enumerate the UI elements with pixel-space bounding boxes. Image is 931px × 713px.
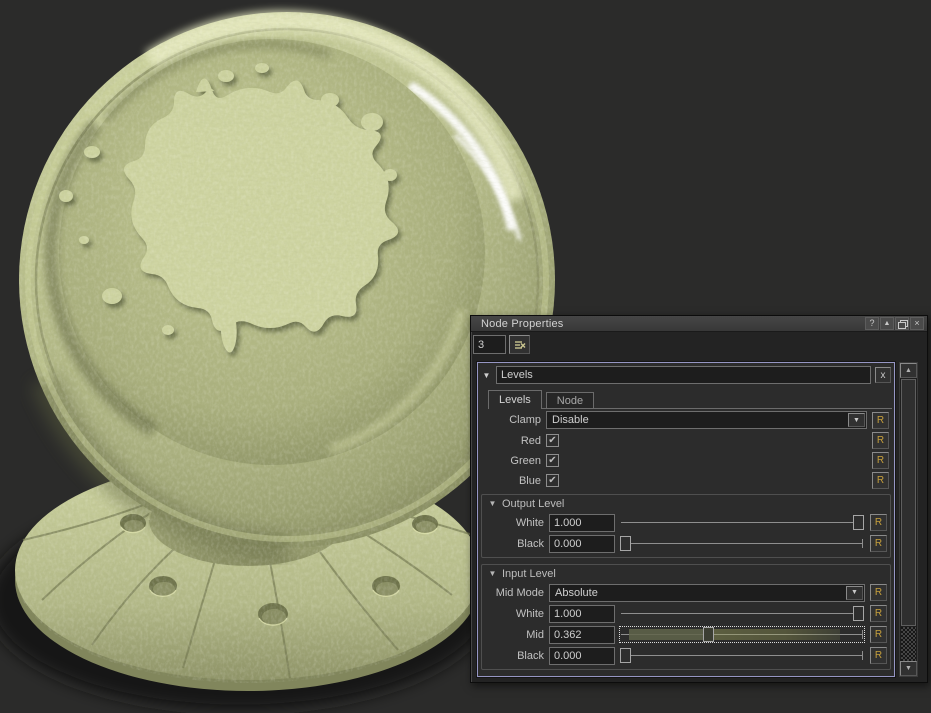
tab-strip: Levels Node bbox=[488, 390, 892, 409]
tab-node[interactable]: Node bbox=[545, 392, 595, 408]
output-black-label: Black bbox=[517, 537, 544, 550]
input-black-field[interactable]: 0.000 bbox=[549, 646, 615, 665]
blue-label: Blue bbox=[518, 474, 541, 487]
clamp-label: Clamp bbox=[509, 414, 541, 426]
scrollbar-thumb[interactable] bbox=[901, 379, 916, 626]
clamp-reset-button[interactable]: R bbox=[872, 411, 889, 429]
red-checkbox[interactable]: ✔ bbox=[546, 434, 559, 447]
mid-mode-value: Absolute bbox=[555, 586, 598, 599]
input-white-slider-handle[interactable] bbox=[853, 606, 864, 621]
output-level-section: ▼ Output Level White 1.000 R Black 0.000… bbox=[481, 494, 891, 558]
mid-mode-label: Mid Mode bbox=[495, 586, 544, 599]
input-black-reset-button[interactable]: R bbox=[870, 647, 887, 664]
output-black-reset-button[interactable]: R bbox=[870, 535, 887, 552]
app-canvas: Node Properties ? ▲ × 3 ▼ Levels x Level… bbox=[0, 0, 931, 713]
clamp-dropdown[interactable]: Disable ▼ bbox=[546, 411, 867, 429]
output-white-label: White bbox=[515, 516, 544, 529]
input-black-slider[interactable] bbox=[619, 647, 865, 664]
mid-slider-range-band bbox=[628, 629, 841, 640]
clamp-value: Disable bbox=[552, 414, 589, 426]
output-black-slider-handle[interactable] bbox=[620, 536, 631, 551]
collapse-output-icon[interactable]: ▼ bbox=[488, 499, 497, 508]
collapse-levels-icon[interactable]: ▼ bbox=[481, 371, 492, 380]
input-mid-slider-handle[interactable] bbox=[702, 627, 714, 642]
blue-reset-button[interactable]: R bbox=[872, 472, 889, 489]
levels-group: ▼ Levels x Levels Node Clamp Disable ▼ R… bbox=[477, 362, 895, 677]
green-label: Green bbox=[510, 454, 541, 467]
output-black-field[interactable]: 0.000 bbox=[549, 534, 615, 553]
panel-scrollbar[interactable]: ▲ ▼ bbox=[899, 362, 918, 677]
node-index-field[interactable]: 3 bbox=[473, 335, 506, 354]
node-index-value: 3 bbox=[478, 338, 485, 351]
scroll-down-icon[interactable]: ▼ bbox=[900, 661, 917, 676]
chevron-down-icon[interactable]: ▼ bbox=[846, 585, 863, 600]
output-black-slider[interactable] bbox=[619, 535, 865, 552]
input-white-field[interactable]: 1.000 bbox=[549, 604, 615, 623]
input-black-label: Black bbox=[517, 649, 544, 662]
chevron-down-icon[interactable]: ▼ bbox=[848, 413, 865, 427]
input-white-reset-button[interactable]: R bbox=[870, 605, 887, 622]
output-level-title: Output Level bbox=[502, 497, 565, 510]
scrollbar-track[interactable] bbox=[901, 627, 916, 661]
restore-icon[interactable] bbox=[895, 317, 909, 330]
node-properties-window: Node Properties ? ▲ × 3 ▼ Levels x Level… bbox=[470, 315, 928, 683]
tab-levels[interactable]: Levels bbox=[488, 390, 542, 409]
blue-checkbox[interactable]: ✔ bbox=[546, 474, 559, 487]
levels-group-title: Levels bbox=[501, 369, 533, 381]
input-level-section: ▼ Input Level Mid Mode Absolute ▼ R Whit… bbox=[481, 564, 891, 670]
output-white-slider[interactable] bbox=[619, 514, 865, 531]
input-level-title: Input Level bbox=[502, 567, 556, 580]
levels-group-close-button[interactable]: x bbox=[875, 367, 891, 383]
red-reset-button[interactable]: R bbox=[872, 432, 889, 449]
window-titlebar[interactable]: Node Properties ? ▲ × bbox=[471, 316, 927, 332]
green-reset-button[interactable]: R bbox=[872, 452, 889, 469]
help-icon[interactable]: ? bbox=[865, 317, 879, 330]
mid-mode-dropdown[interactable]: Absolute ▼ bbox=[549, 583, 865, 602]
green-checkbox[interactable]: ✔ bbox=[546, 454, 559, 467]
input-black-slider-handle[interactable] bbox=[620, 648, 631, 663]
node-pick-button[interactable] bbox=[509, 335, 530, 354]
output-white-slider-handle[interactable] bbox=[853, 515, 864, 530]
red-label: Red bbox=[520, 434, 541, 447]
input-mid-reset-button[interactable]: R bbox=[870, 626, 887, 643]
input-mid-label: Mid bbox=[526, 628, 544, 641]
close-icon[interactable]: × bbox=[910, 317, 924, 330]
pin-icon[interactable]: ▲ bbox=[880, 317, 894, 330]
input-mid-slider[interactable] bbox=[619, 626, 865, 643]
levels-group-title-box[interactable]: Levels bbox=[496, 366, 871, 384]
output-white-reset-button[interactable]: R bbox=[870, 514, 887, 531]
output-white-field[interactable]: 1.000 bbox=[549, 513, 615, 532]
collapse-input-icon[interactable]: ▼ bbox=[488, 569, 497, 578]
scroll-up-icon[interactable]: ▲ bbox=[900, 363, 917, 378]
mid-mode-reset-button[interactable]: R bbox=[870, 584, 887, 601]
input-white-label: White bbox=[515, 607, 544, 620]
input-mid-field[interactable]: 0.362 bbox=[549, 625, 615, 644]
node-pick-icon bbox=[514, 340, 525, 349]
window-title: Node Properties bbox=[481, 317, 564, 330]
input-white-slider[interactable] bbox=[619, 605, 865, 622]
